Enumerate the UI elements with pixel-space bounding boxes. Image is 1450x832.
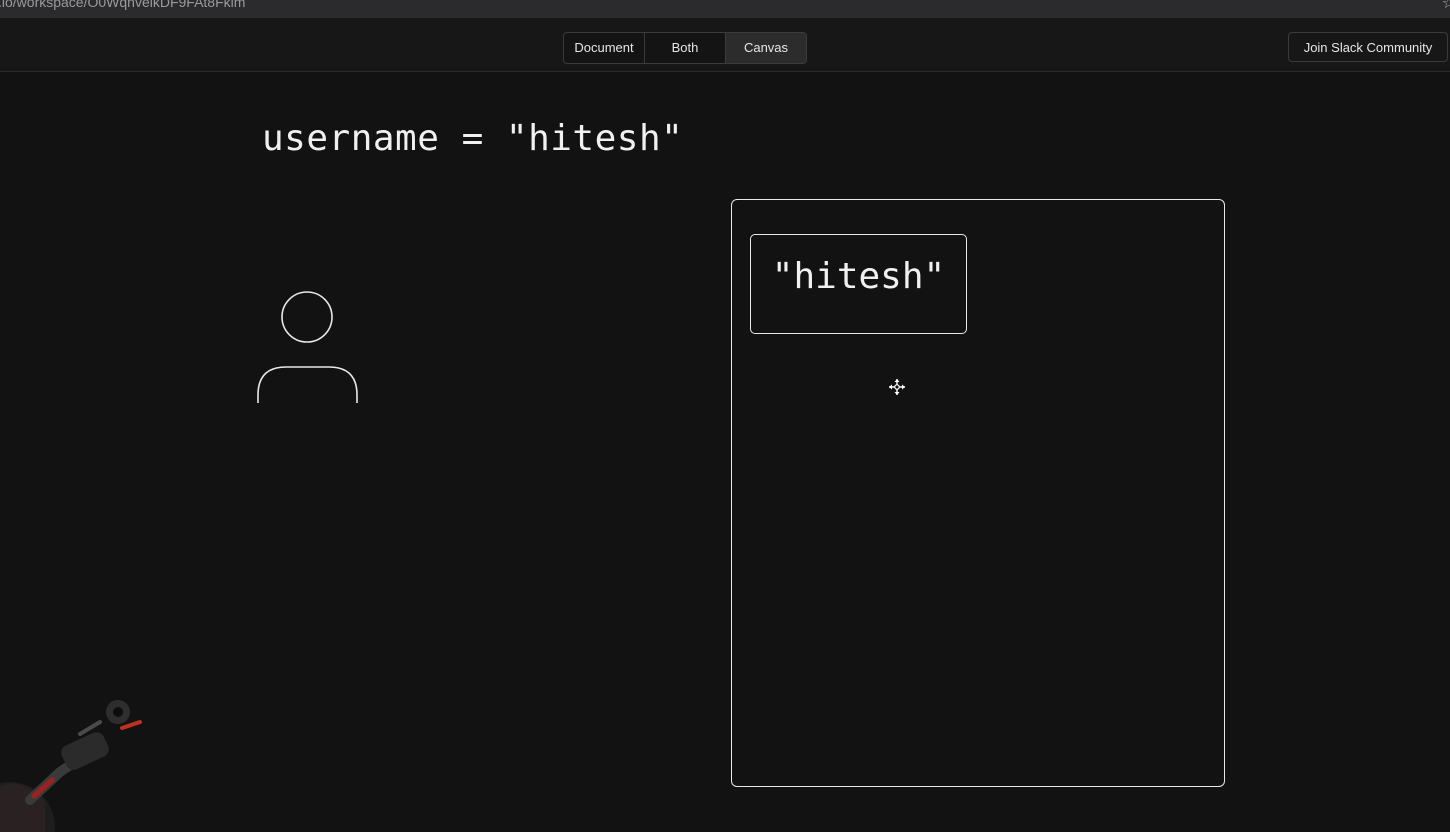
url-text[interactable]: .io/workspace/O0WqnvelkDF9FAt8Fkim [0, 0, 245, 10]
move-cursor-icon [889, 379, 905, 395]
string-value-box[interactable]: "hitesh" [750, 234, 967, 334]
browser-url-bar[interactable]: .io/workspace/O0WqnvelkDF9FAt8Fkim ☆ [0, 0, 1450, 18]
drawing-canvas[interactable]: username = "hitesh" "hitesh" [0, 72, 1450, 832]
person-icon[interactable] [255, 290, 361, 406]
bookmark-star-icon[interactable]: ☆ [1442, 0, 1450, 13]
view-mode-canvas[interactable]: Canvas [726, 33, 806, 63]
view-mode-toggle: Document Both Canvas [563, 32, 807, 64]
code-text[interactable]: username = "hitesh" [262, 118, 683, 159]
app-toolbar: Document Both Canvas Join Slack Communit… [0, 18, 1450, 72]
view-mode-document[interactable]: Document [564, 33, 645, 63]
view-mode-both[interactable]: Both [645, 33, 726, 63]
join-slack-button[interactable]: Join Slack Community [1288, 32, 1448, 62]
webcam-overlay [0, 700, 142, 832]
